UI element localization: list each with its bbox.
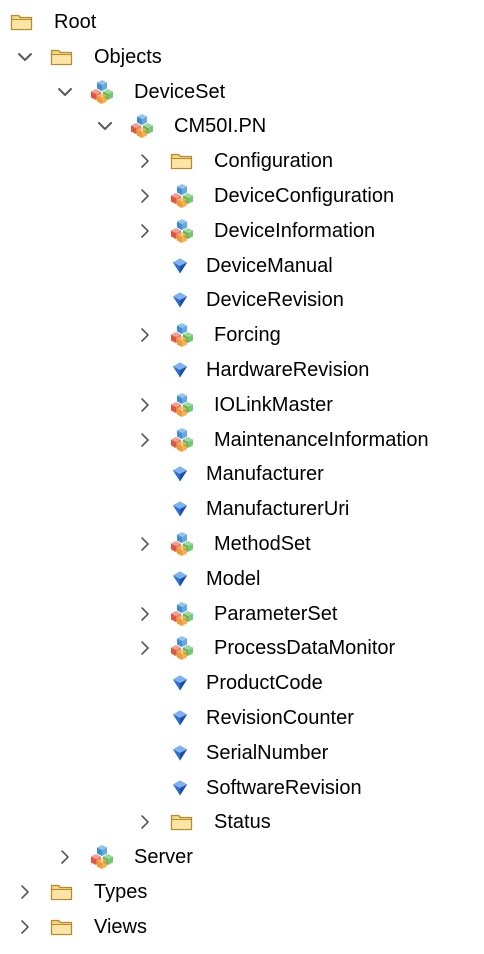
chevron-right-icon[interactable] <box>134 603 156 625</box>
tree-node-deviceset[interactable]: DeviceSet <box>0 75 484 109</box>
tree-node-label: DeviceInformation <box>214 219 376 242</box>
tree-node-status[interactable]: Status <box>0 805 484 839</box>
chevron-right-icon[interactable] <box>134 394 156 416</box>
object-icon <box>170 636 194 661</box>
tree-node-label: ProductCode <box>206 672 323 695</box>
folder-icon <box>10 10 34 34</box>
folder-icon <box>50 915 74 939</box>
object-icon <box>130 114 154 139</box>
variable-icon <box>172 258 188 274</box>
chevron-right-icon[interactable] <box>14 881 36 903</box>
tree-node-label: CM50I.PN <box>174 115 267 138</box>
tree-node-deviceconfiguration[interactable]: DeviceConfiguration <box>0 179 484 213</box>
variable-icon <box>172 710 188 726</box>
tree-node-label: ProcessDataMonitor <box>214 637 396 660</box>
object-icon <box>90 79 114 104</box>
tree-node-label: RevisionCounter <box>206 707 354 729</box>
tree-node-deviceinformation[interactable]: DeviceInformation <box>0 214 484 248</box>
tree-node-label: ParameterSet <box>214 602 338 625</box>
tree-node-revisioncounter[interactable]: RevisionCounter <box>0 701 484 735</box>
tree-node-manufactureruri[interactable]: ManufacturerUri <box>0 492 484 526</box>
address-space-tree: Root Objects DeviceSet CM50I.PN Configuratio… <box>0 0 484 954</box>
variable-icon <box>172 675 188 691</box>
object-icon <box>90 845 114 870</box>
chevron-right-icon[interactable] <box>134 185 156 207</box>
tree-node-serialnumber[interactable]: SerialNumber <box>0 736 484 770</box>
tree-node-label: DeviceConfiguration <box>214 185 395 207</box>
tree-node-label: Status <box>214 811 271 834</box>
object-icon <box>170 392 194 417</box>
chevron-down-icon[interactable] <box>54 81 76 103</box>
tree-node-processdatamonitor[interactable]: ProcessDataMonitor <box>0 631 484 665</box>
tree-node-methodset[interactable]: MethodSet <box>0 527 484 561</box>
tree-node-label: Server <box>134 846 193 869</box>
variable-icon <box>172 501 188 517</box>
tree-node-label: DeviceSet <box>134 80 226 103</box>
tree-node-cm50i-pn[interactable]: CM50I.PN <box>0 109 484 143</box>
object-icon <box>170 601 194 626</box>
tree-node-label: Objects <box>94 45 162 68</box>
chevron-down-icon[interactable] <box>14 46 36 68</box>
tree-node-label: Root <box>54 11 97 33</box>
variable-icon <box>172 780 188 796</box>
tree-node-forcing[interactable]: Forcing <box>0 318 484 352</box>
tree-node-label: HardwareRevision <box>206 359 370 381</box>
chevron-right-icon[interactable] <box>134 811 156 833</box>
tree-node-devicerevision[interactable]: DeviceRevision <box>0 283 484 317</box>
variable-icon <box>172 292 188 308</box>
chevron-right-icon[interactable] <box>134 533 156 555</box>
tree-node-label: DeviceManual <box>206 254 333 277</box>
tree-node-label: Forcing <box>214 324 281 347</box>
tree-node-label: Model <box>206 567 261 590</box>
tree-node-label: Manufacturer <box>206 463 324 486</box>
tree-node-model[interactable]: Model <box>0 562 484 596</box>
folder-icon <box>50 880 74 904</box>
tree-node-maintenanceinformation[interactable]: MaintenanceInformation <box>0 423 484 457</box>
tree-node-devicemanual[interactable]: DeviceManual <box>0 249 484 283</box>
object-icon <box>170 184 194 208</box>
folder-icon <box>170 810 194 834</box>
tree-node-views[interactable]: Views <box>0 910 484 944</box>
tree-node-manufacturer[interactable]: Manufacturer <box>0 457 484 491</box>
chevron-down-icon[interactable] <box>94 115 116 137</box>
tree-node-server[interactable]: Server <box>0 840 484 874</box>
chevron-right-icon[interactable] <box>134 429 156 451</box>
tree-node-iolinkmaster[interactable]: IOLinkMaster <box>0 388 484 422</box>
folder-icon <box>50 45 74 69</box>
tree-node-label: Types <box>94 881 148 903</box>
chevron-right-icon[interactable] <box>134 220 156 242</box>
tree-node-parameterset[interactable]: ParameterSet <box>0 597 484 631</box>
chevron-right-icon[interactable] <box>14 916 36 938</box>
tree-node-label: Configuration <box>214 150 333 173</box>
chevron-right-icon[interactable] <box>134 150 156 172</box>
tree-node-label: SerialNumber <box>206 741 329 764</box>
tree-node-hardwarerevision[interactable]: HardwareRevision <box>0 353 484 387</box>
tree-node-label: ManufacturerUri <box>206 498 350 521</box>
tree-node-types[interactable]: Types <box>0 875 484 909</box>
tree-node-productcode[interactable]: ProductCode <box>0 666 484 700</box>
tree-node-objects[interactable]: Objects <box>0 40 484 74</box>
object-icon <box>170 323 194 348</box>
tree-node-configuration[interactable]: Configuration <box>0 144 484 178</box>
object-icon <box>170 427 194 452</box>
tree-node-label: MaintenanceInformation <box>214 428 429 451</box>
tree-node-label: MethodSet <box>214 533 311 555</box>
folder-icon <box>170 149 194 173</box>
variable-icon <box>172 745 188 761</box>
tree-node-label: IOLinkMaster <box>214 393 333 416</box>
variable-icon <box>172 571 188 587</box>
chevron-right-icon[interactable] <box>134 324 156 346</box>
chevron-right-icon[interactable] <box>134 637 156 659</box>
chevron-right-icon[interactable] <box>54 846 76 868</box>
variable-icon <box>172 362 188 378</box>
tree-node-root[interactable]: Root <box>0 5 484 39</box>
object-icon <box>170 532 194 556</box>
tree-node-label: SoftwareRevision <box>206 776 362 799</box>
tree-node-softwarerevision[interactable]: SoftwareRevision <box>0 771 484 805</box>
object-icon <box>170 218 194 243</box>
tree-node-label: Views <box>94 915 147 938</box>
variable-icon <box>172 466 188 482</box>
tree-node-label: DeviceRevision <box>206 289 344 312</box>
